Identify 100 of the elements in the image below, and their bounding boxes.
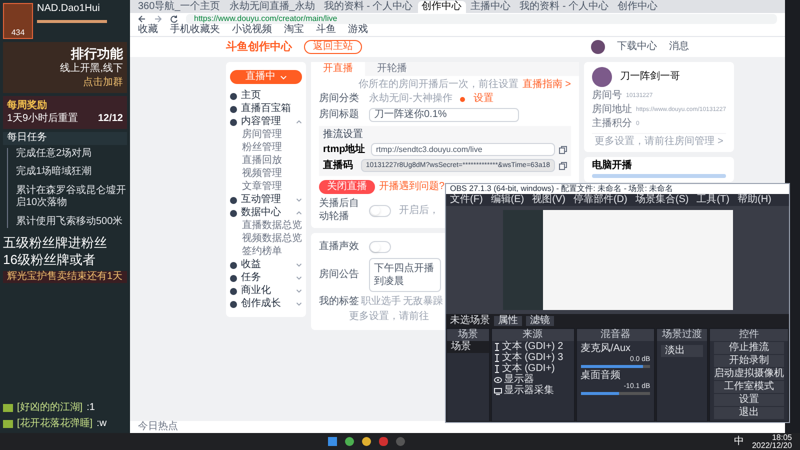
browser-tab[interactable]: 创作中心 bbox=[614, 1, 662, 13]
chat-user: [好凶的的江湖] bbox=[17, 402, 83, 414]
exp-bar bbox=[37, 20, 107, 22]
back-icon[interactable] bbox=[138, 15, 146, 23]
source-label: 文本 (GDI+) bbox=[502, 364, 555, 374]
menu-item[interactable]: 编辑(E) bbox=[490, 195, 524, 205]
field-label: 房间分类 bbox=[319, 94, 360, 104]
bookmark-item[interactable]: 游戏 bbox=[348, 25, 368, 35]
browser-tab[interactable]: 创作中心 bbox=[418, 1, 466, 13]
field-label: 房间公告 bbox=[319, 270, 360, 280]
browser-tab[interactable]: 我的资料 - 个人中心 bbox=[516, 1, 613, 13]
sidebar-item[interactable]: 主页 bbox=[230, 91, 302, 101]
menu-item[interactable]: 视图(V) bbox=[532, 195, 566, 205]
banner-button[interactable]: 点击加群 bbox=[83, 76, 123, 90]
sidebar-item[interactable]: 数据中心 bbox=[230, 208, 302, 218]
player-name: NAD.Dao1Hui bbox=[37, 3, 101, 16]
source-item[interactable]: 文本 (GDI+) bbox=[492, 364, 574, 374]
reload-icon[interactable] bbox=[170, 15, 178, 23]
form-tab[interactable]: 开轮播 bbox=[365, 62, 419, 76]
rtmp-input[interactable]: rtmp://sendtc3.douyu.com/live bbox=[371, 143, 555, 156]
sidebar-subitem[interactable]: 签约榜单 bbox=[230, 247, 302, 257]
dock-button[interactable]: 滤镜 bbox=[526, 316, 554, 326]
sidebar-item[interactable]: 直播百宝箱 bbox=[230, 104, 302, 114]
scene-item[interactable]: 场景 bbox=[447, 341, 489, 353]
clock-time[interactable]: 18:05 bbox=[772, 434, 792, 442]
source-item[interactable]: 显示器采集 bbox=[492, 386, 574, 396]
bookmark-item[interactable]: 手机收藏夹 bbox=[170, 25, 220, 35]
control-button[interactable]: 工作室模式 bbox=[714, 381, 784, 393]
field-label: 直播码 bbox=[323, 160, 354, 170]
browser-tab[interactable]: 主播中心 bbox=[466, 1, 515, 13]
channel-label: 桌面音频 bbox=[580, 371, 622, 381]
announcement-textarea[interactable]: 下午四点开播到凌晨 bbox=[369, 258, 441, 292]
source-label: 文本 (GDI+) 2 bbox=[502, 342, 564, 352]
menu-item[interactable]: 文件(F) bbox=[450, 195, 483, 205]
menu-item[interactable]: 帮助(H) bbox=[737, 195, 772, 205]
sidebar-item[interactable]: 收益 bbox=[230, 260, 302, 270]
control-button[interactable]: 开始录制 bbox=[714, 355, 784, 367]
sidebar-subitem[interactable]: 直播回放 bbox=[230, 156, 302, 166]
sidebar-subitem[interactable]: 粉丝管理 bbox=[230, 143, 302, 153]
toggle-switch[interactable] bbox=[369, 204, 391, 216]
bookmark-item[interactable]: 淘宝 bbox=[284, 25, 304, 35]
control-button[interactable]: 启动虚拟摄像机 bbox=[714, 368, 784, 380]
clock-date[interactable]: 2022/12/20 bbox=[752, 442, 792, 450]
control-button[interactable]: 设置 bbox=[714, 394, 784, 406]
sidebar-subitem[interactable]: 直播数据总览 bbox=[230, 221, 302, 231]
user-avatar[interactable] bbox=[591, 40, 605, 54]
menu-item-label: 内容管理 bbox=[241, 117, 282, 127]
menu-item[interactable]: 工具(T) bbox=[696, 195, 730, 205]
category-value: 永劫无间-大神操作 bbox=[369, 94, 452, 104]
title-input[interactable]: 刀一阵迷你0.1% bbox=[369, 108, 519, 122]
bookmark-item[interactable]: 小说视频 bbox=[232, 25, 272, 35]
menu-item-label: 互动管理 bbox=[241, 195, 282, 205]
header-action[interactable]: 下载中心 bbox=[617, 42, 657, 52]
chat-message: :1 bbox=[86, 402, 95, 414]
daily-title: 每日任务 bbox=[3, 132, 127, 145]
start-icon[interactable] bbox=[328, 437, 338, 446]
sidebar-subitem[interactable]: 视频管理 bbox=[230, 169, 302, 179]
overlay-text: 五级粉丝牌进粉丝 bbox=[3, 235, 108, 252]
field-label: 关播后自动轮播 bbox=[319, 198, 360, 223]
forward-icon[interactable] bbox=[154, 15, 162, 23]
dock-button[interactable]: 属性 bbox=[494, 316, 522, 326]
browser-tab[interactable]: 360导航_一个主页 bbox=[134, 1, 224, 13]
dock-title: 混音器 bbox=[576, 329, 654, 341]
browser-tab[interactable]: 永劫无间直播_永劫 bbox=[225, 1, 319, 13]
control-button[interactable]: 退出 bbox=[714, 407, 784, 419]
bookmark-item[interactable]: 斗鱼 bbox=[316, 25, 336, 35]
transition-select[interactable]: 淡出 bbox=[661, 345, 703, 357]
browser-tab[interactable]: 我的资料 - 个人中心 bbox=[320, 1, 417, 13]
field-label: 直播声效 bbox=[319, 242, 360, 252]
sidebar-item[interactable]: 创作成长 bbox=[230, 299, 302, 309]
sidebar-item[interactable]: 互动管理 bbox=[230, 195, 302, 205]
sidebar-subitem[interactable]: 视频数据总览 bbox=[230, 234, 302, 244]
sidebar-subitem[interactable]: 房间管理 bbox=[230, 130, 302, 140]
control-button[interactable]: 停止推流 bbox=[714, 342, 784, 354]
sidebar-item[interactable]: 内容管理 bbox=[230, 117, 302, 127]
source-item[interactable]: 文本 (GDI+) 3 bbox=[492, 353, 574, 363]
address-bar[interactable]: https://www.douyu.com/creator/main/live bbox=[186, 14, 777, 24]
field-label: 房间标题 bbox=[319, 110, 360, 120]
source-item[interactable]: 显示器 bbox=[492, 375, 574, 385]
dock-title: 来源 bbox=[492, 329, 574, 341]
banner-subtitle: 线上开黑,线下 bbox=[60, 63, 123, 76]
ime-indicator[interactable]: 中 bbox=[734, 434, 744, 449]
toggle-switch[interactable] bbox=[369, 241, 391, 253]
hint-text: 开启后， bbox=[399, 206, 439, 216]
copy-icon[interactable] bbox=[559, 146, 567, 154]
player-level: 434 bbox=[11, 28, 25, 38]
card-title: 电脑开播 bbox=[592, 161, 633, 171]
sidebar-item[interactable]: 商业化 bbox=[230, 286, 302, 296]
field-label: rtmp地址 bbox=[323, 144, 366, 154]
header-action[interactable]: 消息 bbox=[669, 42, 689, 52]
menu-item[interactable]: 停靠部件(D) bbox=[573, 195, 628, 205]
sidebar-subitem[interactable]: 文章管理 bbox=[230, 182, 302, 192]
menu-item-label: 数据中心 bbox=[241, 208, 282, 218]
notice-text: 你所在的房间开播后一次，前往设置 bbox=[358, 80, 518, 90]
menu-item[interactable]: 场景集合(S) bbox=[635, 195, 689, 205]
sidebar-item[interactable]: 任务 bbox=[230, 273, 302, 283]
dock-title: 控件 bbox=[710, 329, 788, 341]
bookmark-item[interactable]: 收藏 bbox=[138, 25, 158, 35]
source-item[interactable]: 文本 (GDI+) 2 bbox=[492, 342, 574, 352]
copy-icon[interactable] bbox=[559, 162, 567, 170]
